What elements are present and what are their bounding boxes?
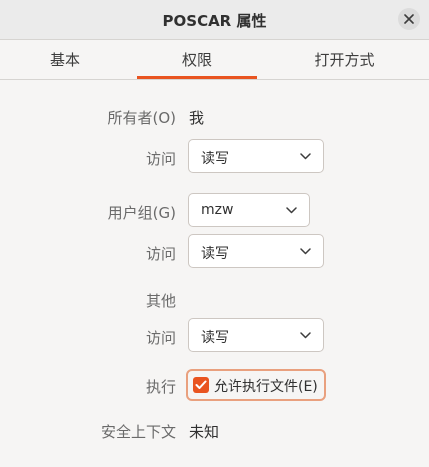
owner-value: 我 — [189, 109, 205, 127]
group-label: 用户组(G) — [107, 204, 176, 222]
execute-checkbox-label[interactable]: 允许执行文件(E) — [214, 376, 318, 396]
execute-label: 执行 — [145, 378, 176, 396]
window-title: POSCAR 属性 — [162, 12, 267, 30]
others-label: 其他 — [145, 292, 176, 310]
chevron-down-icon — [300, 248, 311, 255]
tab-bar: 基本 权限 打开方式 — [0, 40, 429, 80]
group-value: mzw — [201, 202, 234, 218]
others-access-dropdown[interactable]: 读写 — [188, 318, 324, 352]
owner-access-dropdown[interactable]: 读写 — [188, 139, 324, 173]
owner-access-value: 读写 — [201, 151, 229, 167]
security-context-value: 未知 — [189, 423, 220, 441]
title-bar: POSCAR 属性 — [0, 0, 429, 40]
security-context-label: 安全上下文 — [100, 423, 176, 441]
chevron-down-icon — [300, 153, 311, 160]
check-icon — [195, 380, 207, 389]
tab-permissions[interactable]: 权限 — [134, 40, 260, 79]
owner-access-label: 访问 — [145, 150, 176, 168]
chevron-down-icon — [286, 207, 297, 214]
group-dropdown[interactable]: mzw — [188, 193, 310, 227]
others-access-label: 访问 — [145, 329, 176, 347]
group-access-value: 读写 — [201, 246, 229, 262]
tab-open-with[interactable]: 打开方式 — [260, 40, 429, 79]
chevron-down-icon — [300, 332, 311, 339]
group-access-dropdown[interactable]: 读写 — [188, 234, 324, 268]
execute-checkbox-row[interactable]: 允许执行文件(E) — [186, 369, 326, 401]
group-access-label: 访问 — [145, 245, 176, 263]
close-icon — [404, 14, 414, 24]
owner-label: 所有者(O) — [107, 109, 176, 127]
close-button[interactable] — [398, 8, 420, 30]
tab-basic[interactable]: 基本 — [0, 40, 130, 79]
execute-checkbox[interactable] — [193, 377, 209, 393]
others-access-value: 读写 — [201, 330, 229, 346]
